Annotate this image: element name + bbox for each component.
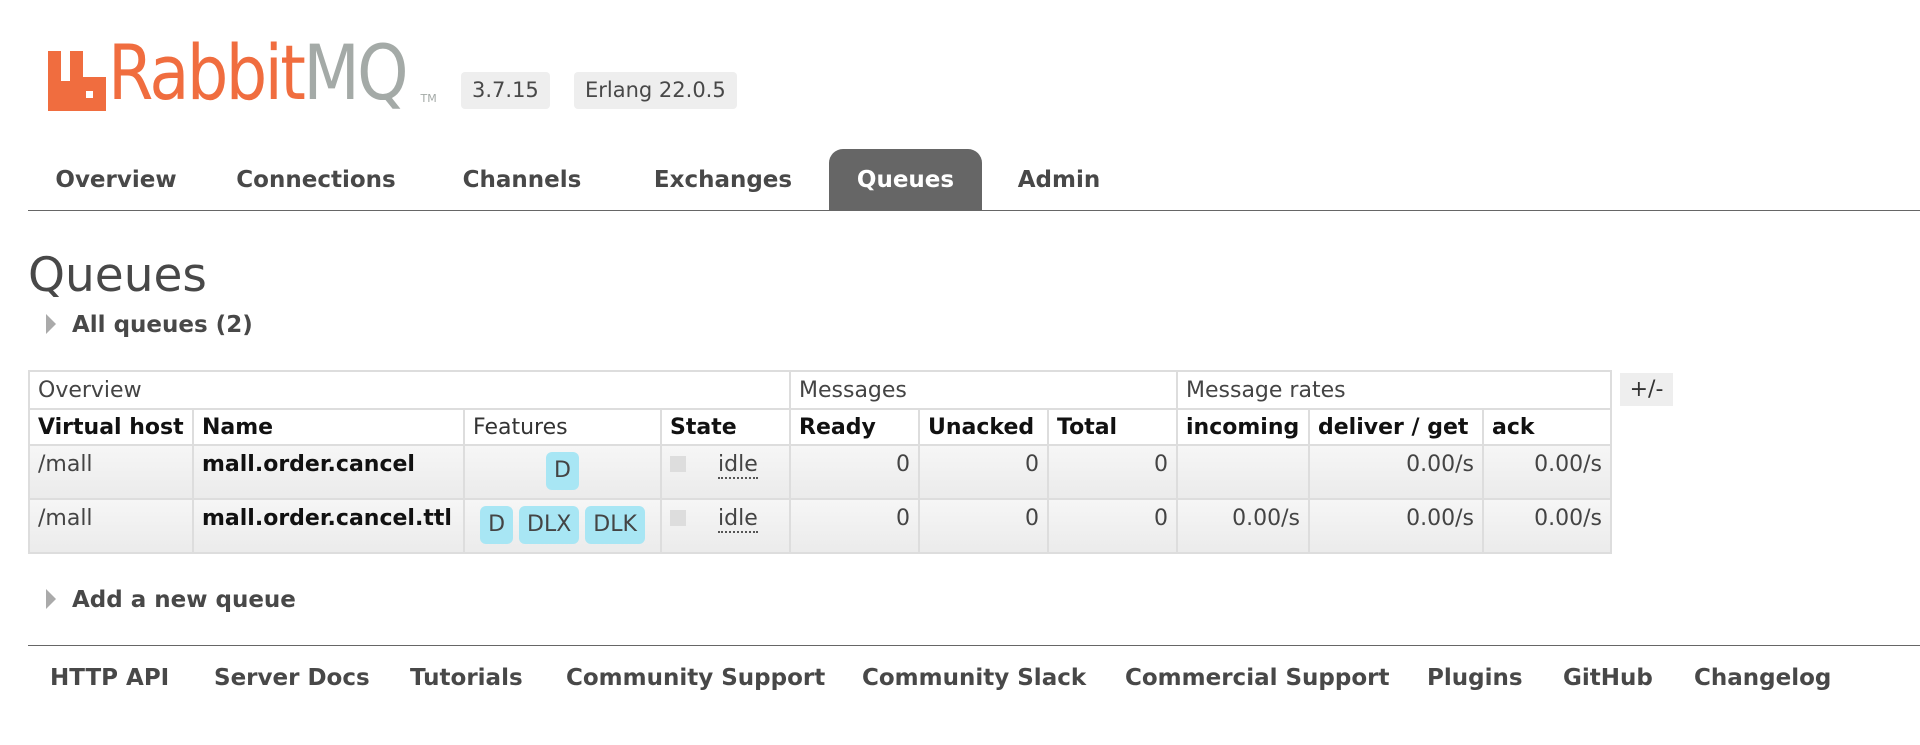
footer-link-community-slack[interactable]: Community Slack: [862, 665, 1086, 691]
col-deliver-get[interactable]: deliver / get: [1308, 408, 1484, 446]
logo-trademark: TM: [420, 92, 437, 105]
erlang-version-badge: Erlang 22.0.5: [574, 72, 737, 109]
col-features: Features: [463, 408, 662, 446]
col-ready[interactable]: Ready: [789, 408, 920, 446]
logo-word-rabbit: Rabbit: [108, 28, 306, 117]
tab-queues[interactable]: Queues: [829, 149, 982, 210]
footer-link-tutorials[interactable]: Tutorials: [410, 665, 523, 691]
group-overview: Overview: [28, 370, 791, 410]
col-unacked[interactable]: Unacked: [918, 408, 1049, 446]
cell-ack: 0.00/s: [1482, 444, 1612, 500]
tab-channels[interactable]: Channels: [438, 149, 606, 210]
cell-total: 0: [1047, 498, 1178, 554]
tab-exchanges[interactable]: Exchanges: [628, 149, 818, 210]
all-queues-label: All queues (2): [72, 312, 253, 338]
footer-link-commercial-support[interactable]: Commercial Support: [1125, 665, 1390, 691]
page-title: Queues: [28, 248, 207, 303]
col-state[interactable]: State: [660, 408, 791, 446]
expand-triangle-icon: [46, 314, 56, 334]
tab-overview[interactable]: Overview: [28, 149, 204, 210]
queue-name-link[interactable]: mall.order.cancel.ttl: [192, 498, 465, 554]
table-row: /mall mall.order.cancel.ttl D DLX DLK idle…: [28, 498, 1612, 554]
rabbitmq-logo[interactable]: RabbitMQ TM: [48, 35, 437, 111]
col-name[interactable]: Name: [192, 408, 465, 446]
state-text: idle: [718, 452, 758, 479]
header: RabbitMQ TM 3.7.15 Erlang 22.0.5: [0, 0, 1920, 148]
state-text: idle: [718, 506, 758, 533]
state-indicator-icon: [670, 510, 686, 526]
cell-features: D: [463, 444, 662, 500]
table-column-header-row: Virtual host Name Features State Ready U…: [28, 408, 1612, 446]
feature-badge-dlk: DLK: [585, 506, 645, 544]
footer-link-server-docs[interactable]: Server Docs: [214, 665, 370, 691]
queue-name-link[interactable]: mall.order.cancel: [192, 444, 465, 500]
state-indicator-icon: [670, 456, 686, 472]
cell-state: idle: [660, 498, 791, 554]
version-badge: 3.7.15: [461, 72, 550, 109]
col-incoming[interactable]: incoming: [1176, 408, 1310, 446]
cell-vhost: /mall: [28, 498, 194, 554]
group-message-rates: Message rates: [1176, 370, 1612, 410]
feature-badge-durable: D: [480, 506, 514, 544]
col-ack[interactable]: ack: [1482, 408, 1612, 446]
footer-link-community-support[interactable]: Community Support: [566, 665, 825, 691]
tab-admin[interactable]: Admin: [1003, 149, 1115, 210]
columns-toggle-button[interactable]: +/-: [1620, 373, 1673, 406]
col-virtual-host[interactable]: Virtual host: [28, 408, 194, 446]
footer-link-changelog[interactable]: Changelog: [1694, 665, 1831, 691]
table-row: /mall mall.order.cancel D idle 0 0 0 0.0…: [28, 444, 1612, 500]
footer: HTTP API Server Docs Tutorials Community…: [28, 645, 1920, 706]
cell-ready: 0: [789, 498, 920, 554]
table-group-header-row: Overview Messages Message rates: [28, 370, 1612, 410]
cell-vhost: /mall: [28, 444, 194, 500]
logo-word-mq: MQ: [303, 28, 408, 117]
group-messages: Messages: [789, 370, 1178, 410]
cell-unacked: 0: [918, 498, 1049, 554]
cell-unacked: 0: [918, 444, 1049, 500]
logo-wordmark: RabbitMQ: [108, 35, 409, 111]
all-queues-toggle[interactable]: All queues (2): [46, 312, 253, 338]
cell-ready: 0: [789, 444, 920, 500]
cell-total: 0: [1047, 444, 1178, 500]
main-navigation-tabs: Overview Connections Channels Exchanges …: [28, 149, 1920, 211]
feature-badge-dlx: DLX: [519, 506, 580, 544]
cell-features: D DLX DLK: [463, 498, 662, 554]
cell-incoming: [1176, 444, 1310, 500]
cell-ack: 0.00/s: [1482, 498, 1612, 554]
cell-state: idle: [660, 444, 791, 500]
add-queue-label: Add a new queue: [72, 587, 296, 613]
cell-deliver-get: 0.00/s: [1308, 444, 1484, 500]
cell-deliver-get: 0.00/s: [1308, 498, 1484, 554]
add-queue-toggle[interactable]: Add a new queue: [46, 587, 296, 613]
tab-connections[interactable]: Connections: [216, 149, 416, 210]
expand-triangle-icon: [46, 589, 56, 609]
cell-incoming: 0.00/s: [1176, 498, 1310, 554]
footer-link-plugins[interactable]: Plugins: [1427, 665, 1523, 691]
col-total[interactable]: Total: [1047, 408, 1178, 446]
feature-badge-durable: D: [546, 452, 579, 490]
footer-link-github[interactable]: GitHub: [1563, 665, 1653, 691]
queues-table: Overview Messages Message rates Virtual …: [28, 370, 1612, 554]
rabbitmq-logo-icon: [48, 51, 106, 111]
footer-link-http-api[interactable]: HTTP API: [50, 665, 169, 691]
